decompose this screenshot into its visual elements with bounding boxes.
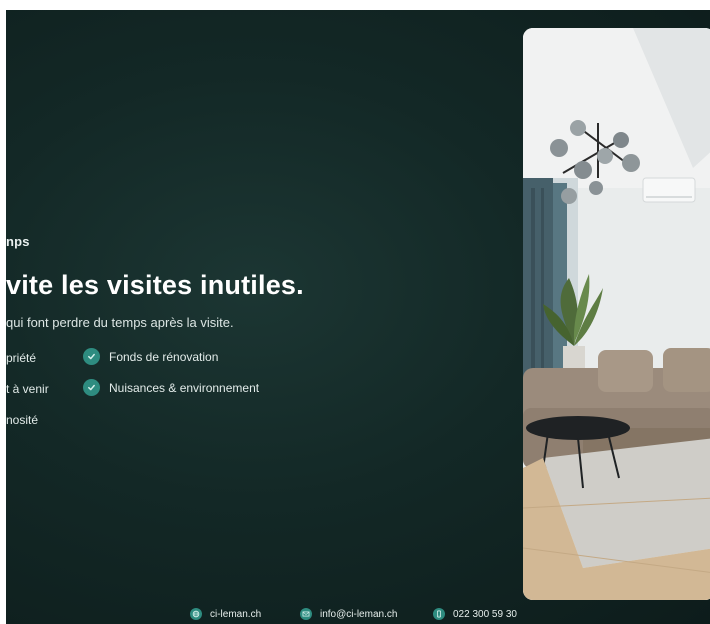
feature-label: Fonds de rénovation — [109, 349, 219, 364]
footer-phone[interactable]: 022 300 59 30 — [433, 608, 517, 620]
feature-label: priété — [6, 351, 37, 365]
contact-footer: ci-leman.ch info@ci-leman.ch 022 300 59 … — [6, 608, 710, 624]
living-room-photo — [523, 28, 710, 600]
slide-subline: qui font perdre du temps après la visite… — [6, 315, 234, 330]
website-text: ci-leman.ch — [210, 608, 262, 620]
phone-icon — [433, 608, 445, 620]
globe-icon — [190, 608, 202, 620]
section-kicker: nps — [6, 234, 30, 249]
feature-label: Nuisances & environnement — [109, 380, 260, 395]
mail-icon — [300, 608, 312, 620]
feature-left-1: priété — [6, 351, 36, 365]
feature-label: nosité — [6, 413, 39, 427]
feature-right-2: Nuisances & environnement — [83, 379, 259, 396]
feature-left-3: nosité — [6, 413, 38, 427]
feature-left-2: t à venir — [6, 382, 49, 396]
feature-right-1: Fonds de rénovation — [83, 348, 218, 365]
footer-website[interactable]: ci-leman.ch — [190, 608, 261, 620]
check-icon — [83, 379, 100, 396]
check-icon — [83, 348, 100, 365]
phone-text: 022 300 59 30 — [453, 608, 517, 620]
slide-headline: vite les visites inutiles. — [6, 270, 304, 300]
email-text: info@ci-leman.ch — [320, 608, 398, 620]
presentation-slide: nps vite les visites inutiles. qui font … — [6, 10, 710, 624]
feature-label: t à venir — [6, 382, 49, 396]
footer-email[interactable]: info@ci-leman.ch — [300, 608, 397, 620]
